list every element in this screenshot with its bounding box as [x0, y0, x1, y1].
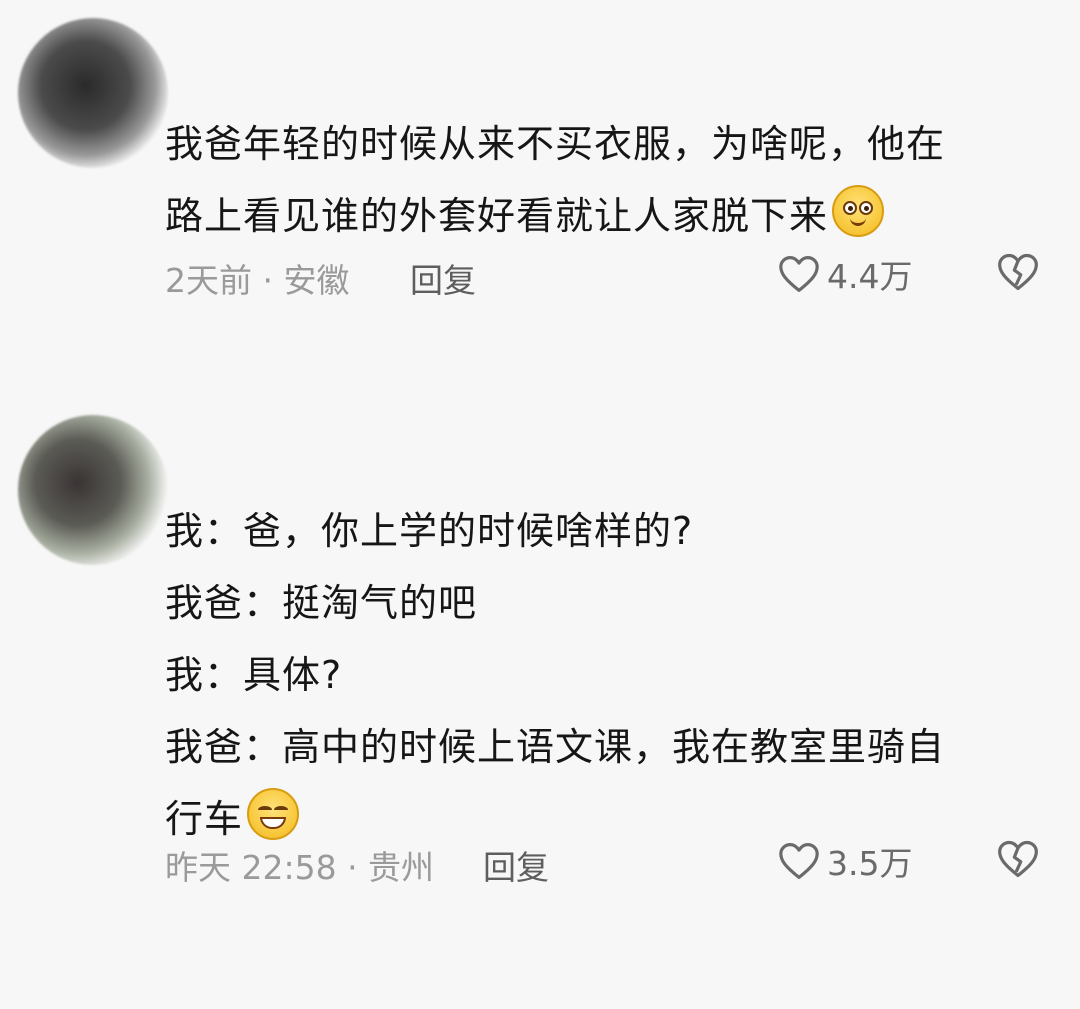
avatar[interactable]: [18, 415, 168, 565]
comment-meta: 昨天 22:58 · 贵州 回复 3.5万: [165, 837, 1040, 887]
comment-meta: 2天前 · 安徽 回复 4.4万: [165, 250, 1040, 300]
broken-heart-icon[interactable]: [996, 250, 1040, 294]
comment-line-text: 行车: [165, 797, 244, 841]
like-button[interactable]: 4.4万: [777, 250, 912, 298]
like-count: 4.4万: [827, 257, 913, 296]
smiling-face-emoji-icon: [832, 185, 885, 237]
broken-heart-icon[interactable]: [996, 837, 1040, 881]
comment-text: 我爸年轻的时候从来不买衣服，为啥呢，他在 路上看见谁的外套好看就让人家脱下来: [165, 108, 1045, 252]
avatar[interactable]: [18, 18, 168, 168]
comment-line: 我爸年轻的时候从来不买衣服，为啥呢，他在: [165, 122, 946, 166]
comment-text: 我：爸，你上学的时候啥样的? 我爸：挺淘气的吧 我：具体? 我爸：高中的时候上语…: [165, 495, 1045, 855]
comment-line: 我：爸，你上学的时候啥样的?: [165, 509, 694, 553]
comment-line: 路上看见谁的外套好看就让人家脱下来: [165, 180, 1045, 252]
comment-line-text: 路上看见谁的外套好看就让人家脱下来: [165, 194, 829, 238]
like-count: 3.5万: [827, 844, 913, 883]
reply-button[interactable]: 回复: [483, 841, 549, 889]
heart-outline-icon: [779, 843, 819, 879]
comment-line: 我：具体?: [165, 653, 343, 697]
timestamp-location: 昨天 22:58 · 贵州: [165, 848, 435, 887]
comment-line: 我爸：挺淘气的吧: [165, 581, 478, 625]
comment-line: 我爸：高中的时候上语文课，我在教室里骑自: [165, 725, 946, 769]
comment-item: 我爸年轻的时候从来不买衣服，为啥呢，他在 路上看见谁的外套好看就让人家脱下来 2…: [0, 0, 1080, 330]
heart-outline-icon: [779, 256, 819, 292]
timestamp-location: 2天前 · 安徽: [165, 261, 350, 300]
like-button[interactable]: 3.5万: [777, 837, 912, 885]
comment-item: 我：爸，你上学的时候啥样的? 我爸：挺淘气的吧 我：具体? 我爸：高中的时候上语…: [0, 405, 1080, 905]
grinning-face-emoji-icon: [247, 788, 300, 840]
reply-button[interactable]: 回复: [410, 254, 476, 302]
